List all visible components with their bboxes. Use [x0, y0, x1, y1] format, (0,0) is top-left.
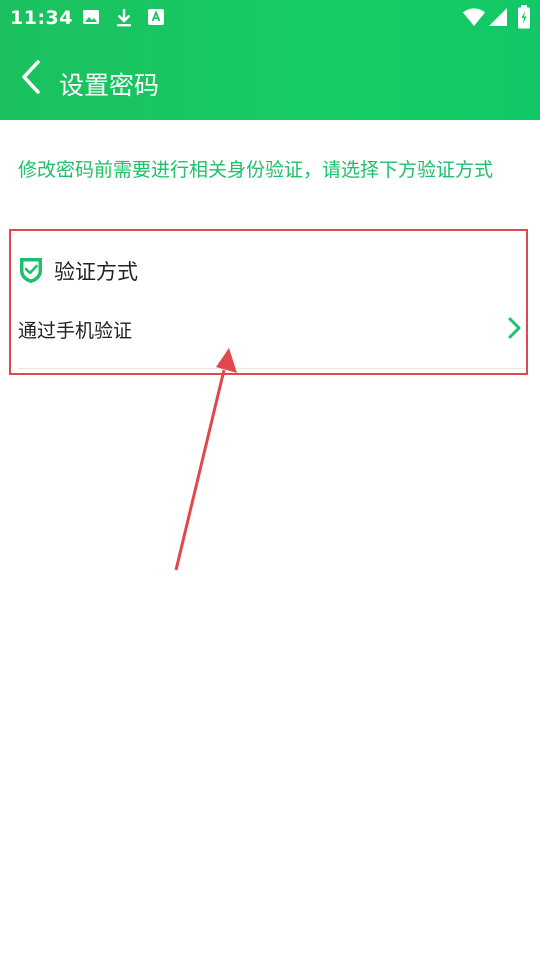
page-title: 设置密码: [59, 71, 160, 100]
text-a-icon: [148, 9, 164, 25]
signal-icon: [489, 8, 507, 26]
annotation-arrow: [174, 348, 237, 571]
status-bar: 11:34: [0, 0, 540, 36]
shield-check-icon: [20, 258, 42, 283]
verification-hint: 修改密码前需要进行相关身份验证，请选择下方验证方式: [18, 159, 494, 181]
battery-charging-icon: [518, 5, 530, 29]
image-icon: [83, 10, 99, 24]
app-bar: 11:34 设置密码: [0, 0, 540, 120]
download-icon: [117, 9, 131, 27]
verification-methods: 验证方式 通过手机验证: [0, 236, 540, 376]
wifi-icon: [463, 8, 485, 26]
chevron-right-icon: [508, 317, 521, 339]
option-label: 通过手机验证: [18, 320, 133, 342]
toolbar: 设置密码: [0, 36, 540, 120]
chevron-left-icon: [22, 60, 40, 94]
divider: [18, 368, 526, 369]
section-title: 验证方式: [54, 260, 138, 284]
back-button[interactable]: [12, 54, 52, 100]
status-time: 11:34: [10, 7, 73, 29]
phone-verification-option[interactable]: 通过手机验证: [0, 306, 540, 369]
